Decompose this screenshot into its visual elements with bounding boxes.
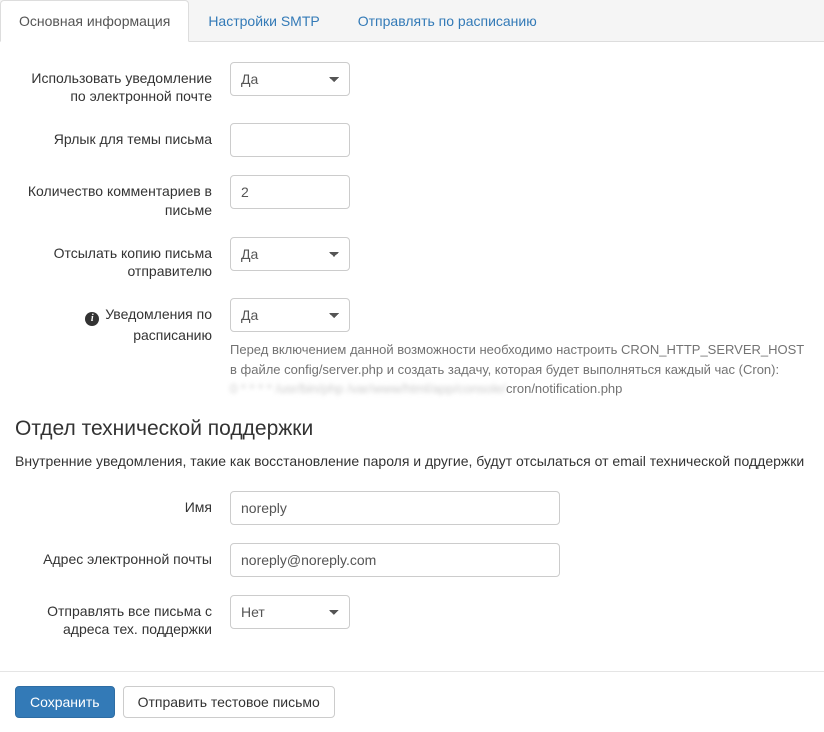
select-send-copy[interactable]: Да bbox=[230, 237, 350, 271]
footer-actions: Сохранить Отправить тестовое письмо bbox=[0, 671, 824, 732]
tabs-bar: Основная информация Настройки SMTP Отпра… bbox=[0, 0, 824, 42]
field-scheduled-notifications: i Уведомления по расписанию Да Перед вкл… bbox=[15, 298, 809, 399]
select-scheduled-notifications[interactable]: Да bbox=[230, 298, 350, 332]
field-comments-count: Количество комментариев в письме bbox=[15, 175, 809, 218]
support-section-description: Внутренние уведомления, такие как восста… bbox=[15, 453, 809, 469]
send-test-email-button[interactable]: Отправить тестовое письмо bbox=[123, 686, 335, 718]
label-use-email-notification: Использовать уведомление по электронной … bbox=[15, 62, 230, 105]
field-support-name: Имя bbox=[15, 491, 809, 525]
input-support-name[interactable] bbox=[230, 491, 560, 525]
input-support-email[interactable] bbox=[230, 543, 560, 577]
help-text-suffix: cron/notification.php bbox=[506, 381, 622, 396]
field-use-email-notification: Использовать уведомление по электронной … bbox=[15, 62, 809, 105]
help-text-line1: Перед включением данной возможности необ… bbox=[230, 342, 804, 377]
field-send-copy: Отсылать копию письма отправителю Да bbox=[15, 237, 809, 280]
tab-smtp-settings[interactable]: Настройки SMTP bbox=[189, 0, 338, 42]
save-button[interactable]: Сохранить bbox=[15, 686, 115, 718]
help-text-scheduled: Перед включением данной возможности необ… bbox=[230, 340, 809, 399]
input-comments-count[interactable] bbox=[230, 175, 350, 209]
input-subject-label[interactable] bbox=[230, 123, 350, 157]
label-send-all-from-support: Отправлять все письма с адреса тех. подд… bbox=[15, 595, 230, 638]
field-support-email: Адрес электронной почты bbox=[15, 543, 809, 577]
label-support-email: Адрес электронной почты bbox=[15, 543, 230, 568]
label-subject-label: Ярлык для темы письма bbox=[15, 123, 230, 148]
label-support-name: Имя bbox=[15, 491, 230, 516]
label-send-copy: Отсылать копию письма отправителю bbox=[15, 237, 230, 280]
select-use-email-notification[interactable]: Да bbox=[230, 62, 350, 96]
field-send-all-from-support: Отправлять все письма с адреса тех. подд… bbox=[15, 595, 809, 638]
select-send-all-from-support[interactable]: Нет bbox=[230, 595, 350, 629]
label-scheduled-notifications-text: Уведомления по расписанию bbox=[105, 306, 212, 343]
support-section-heading: Отдел технической поддержки bbox=[15, 417, 809, 441]
info-icon[interactable]: i bbox=[85, 312, 99, 326]
field-subject-label: Ярлык для темы письма bbox=[15, 123, 809, 157]
tab-main-info[interactable]: Основная информация bbox=[0, 0, 189, 42]
form-content: Использовать уведомление по электронной … bbox=[0, 42, 824, 671]
label-comments-count: Количество комментариев в письме bbox=[15, 175, 230, 218]
label-scheduled-notifications: i Уведомления по расписанию bbox=[15, 298, 230, 344]
tab-schedule-send[interactable]: Отправлять по расписанию bbox=[339, 0, 556, 42]
help-text-blurred: 0 * * * * /usr/bin/php /var/www/html/app… bbox=[230, 381, 506, 396]
